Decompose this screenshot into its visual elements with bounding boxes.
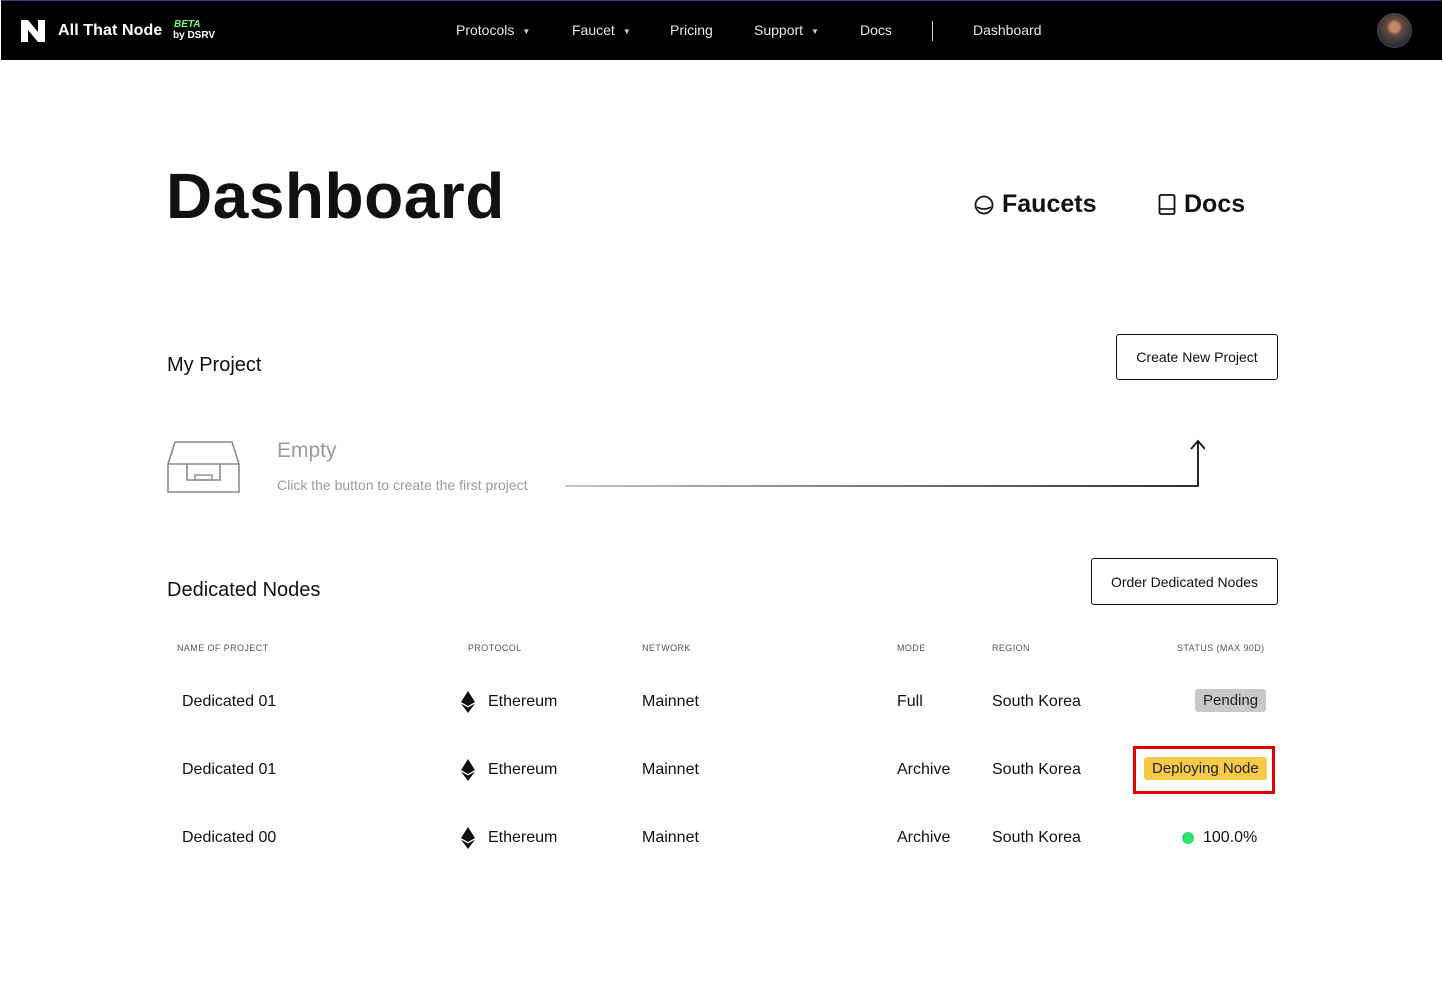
chevron-down-icon: ▼: [522, 26, 531, 36]
chevron-down-icon: ▼: [811, 26, 819, 36]
status-badge-pending: Pending: [1195, 689, 1267, 712]
network-cell: Mainnet: [642, 693, 699, 710]
empty-tray-icon: [167, 441, 240, 493]
my-project-title: My Project: [167, 354, 262, 376]
column-header-region: REGION: [992, 643, 1030, 653]
nav-dashboard-label: Dashboard: [973, 22, 1042, 38]
empty-state-description: Click the button to create the first pro…: [277, 477, 528, 493]
pointer-arrow-icon: [565, 439, 1205, 487]
brand-name[interactable]: All That Node: [58, 22, 162, 40]
create-new-project-button[interactable]: Create New Project: [1116, 334, 1278, 380]
project-name-cell: Dedicated 00: [182, 829, 277, 846]
protocol-cell: Ethereum: [461, 691, 557, 713]
docs-link-label: Docs: [1184, 190, 1246, 218]
page-title: Dashboard: [166, 160, 505, 232]
protocol-label: Ethereum: [488, 829, 558, 846]
mode-cell: Archive: [897, 829, 951, 846]
nav-faucet[interactable]: Faucet ▼: [572, 22, 631, 38]
protocol-cell: Ethereum: [461, 827, 557, 849]
protocol-label: Ethereum: [488, 761, 558, 778]
network-cell: Mainnet: [642, 761, 699, 778]
column-header-mode: MODE: [897, 643, 926, 653]
faucets-link-label: Faucets: [1002, 190, 1097, 218]
column-header-name: NAME OF PROJECT: [177, 643, 269, 653]
nav-support[interactable]: Support ▼: [754, 22, 819, 38]
column-header-network: NETWORK: [642, 643, 691, 653]
all-that-node-logo-icon[interactable]: [21, 20, 45, 42]
ethereum-icon: [461, 691, 475, 713]
nav-pricing-label: Pricing: [670, 22, 713, 38]
region-cell: South Korea: [992, 693, 1081, 710]
beta-label: BETA: [174, 19, 201, 30]
chevron-down-icon: ▼: [622, 26, 631, 36]
column-header-status: STATUS (MAX 90D): [1177, 643, 1265, 653]
nav-docs[interactable]: Docs: [860, 22, 892, 38]
region-cell: South Korea: [992, 829, 1081, 846]
region-cell: South Korea: [992, 761, 1081, 778]
by-dsrv-label: by DSRV: [173, 30, 216, 41]
nav-docs-label: Docs: [860, 22, 892, 38]
uptime-value: 100.0%: [1203, 829, 1258, 846]
ethereum-icon: [461, 759, 475, 781]
faucet-icon: [974, 195, 994, 214]
empty-state-title: Empty: [277, 439, 337, 462]
network-cell: Mainnet: [642, 829, 699, 846]
nav-dashboard[interactable]: Dashboard: [973, 22, 1042, 38]
status-dot-icon: [1182, 832, 1194, 844]
order-dedicated-nodes-button[interactable]: Order Dedicated Nodes: [1091, 558, 1278, 605]
project-name-cell: Dedicated 01: [182, 761, 277, 778]
nav-protocols-label: Protocols: [456, 22, 515, 38]
column-header-protocol: PROTOCOL: [468, 643, 522, 653]
mode-cell: Archive: [897, 761, 951, 778]
status-uptime: 100.0%: [1182, 829, 1257, 847]
user-avatar[interactable]: [1377, 13, 1412, 48]
faucets-link[interactable]: Faucets: [974, 190, 1096, 219]
nav-support-label: Support: [754, 22, 804, 38]
dedicated-nodes-title: Dedicated Nodes: [167, 579, 321, 601]
nav-protocols[interactable]: Protocols ▼: [456, 22, 530, 38]
mode-cell: Full: [897, 693, 923, 710]
nav-divider: [932, 21, 933, 41]
top-nav-bar: All That Node BETA by DSRV Protocols ▼ F…: [1, 0, 1442, 60]
project-name-cell: Dedicated 01: [182, 693, 277, 710]
ethereum-icon: [461, 827, 475, 849]
nav-pricing[interactable]: Pricing: [670, 22, 713, 38]
highlight-box: [1133, 746, 1275, 794]
book-icon: [1158, 194, 1176, 215]
protocol-label: Ethereum: [488, 693, 558, 710]
nav-faucet-label: Faucet: [572, 22, 615, 38]
protocol-cell: Ethereum: [461, 759, 557, 781]
docs-link[interactable]: Docs: [1158, 190, 1245, 219]
